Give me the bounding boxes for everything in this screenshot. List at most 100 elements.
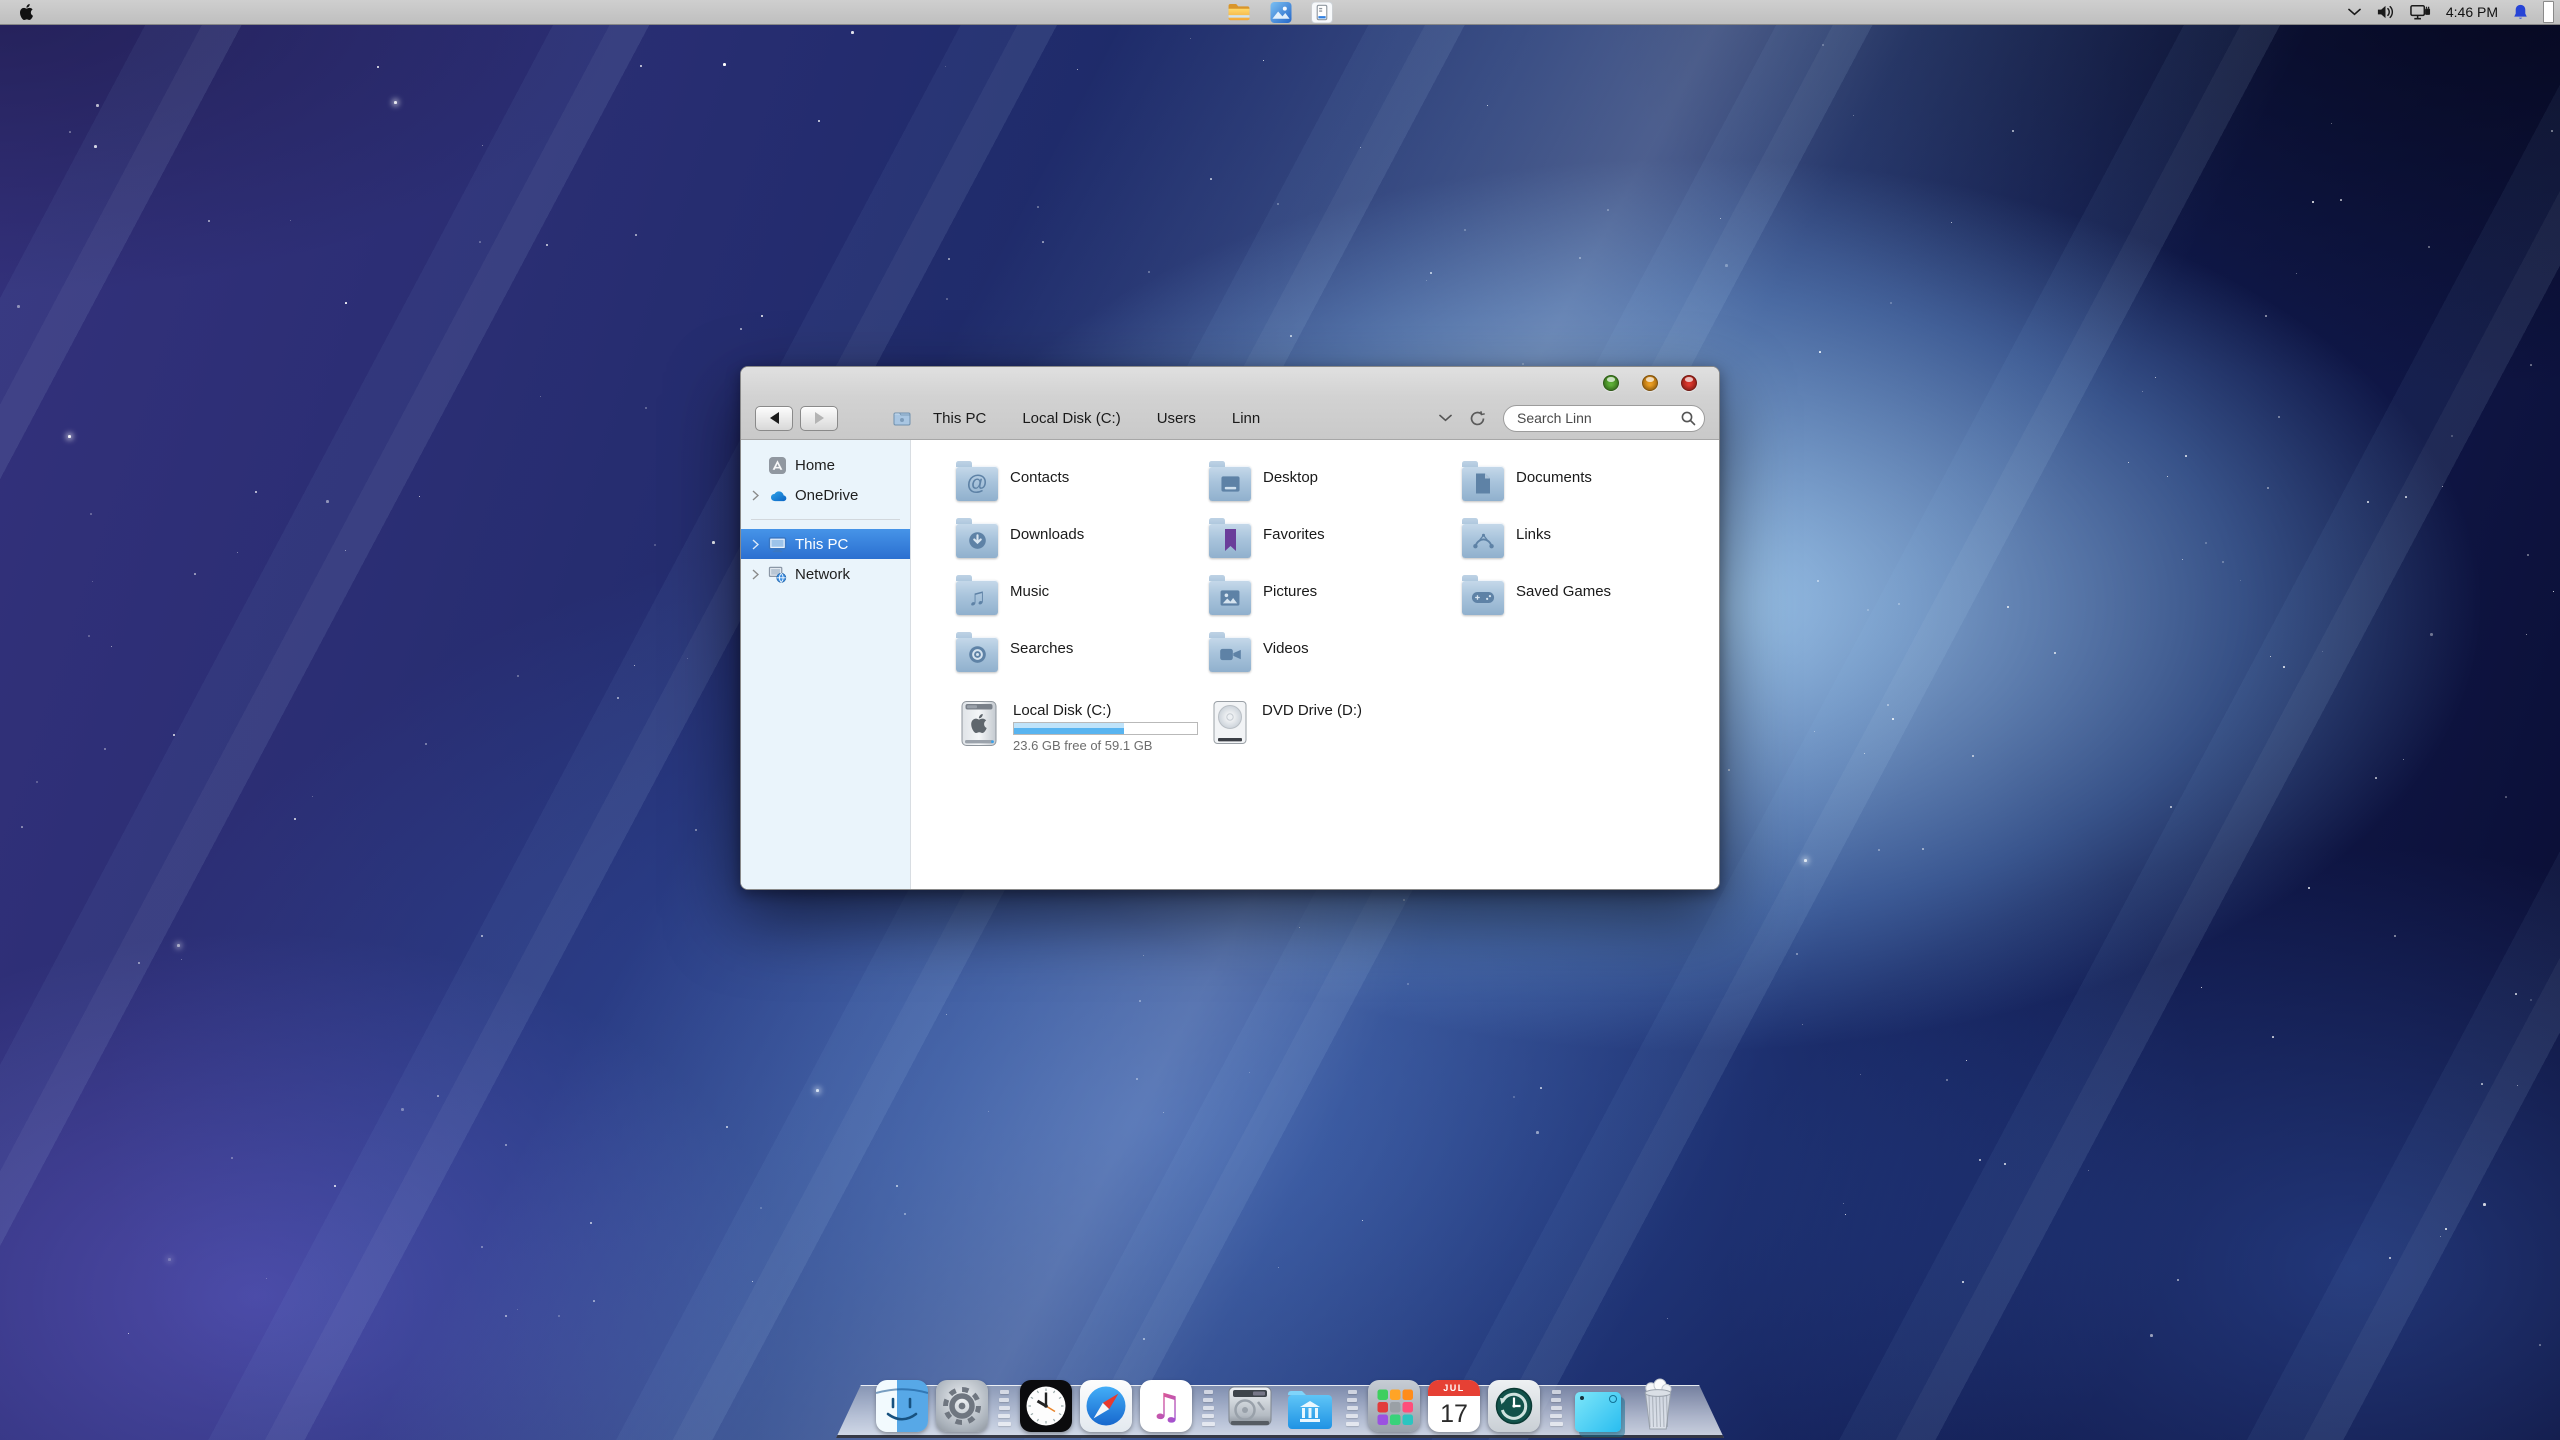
folder-label: Contacts [1010,469,1070,486]
library-folder-icon [1284,1388,1336,1432]
address-folder-icon [893,411,911,426]
lens-glyph [956,637,998,672]
folder-item-saved-games[interactable]: Saved Games [1462,574,1715,631]
dock-calendar[interactable]: JUL 17 [1428,1380,1480,1432]
photo-glyph [1209,580,1251,615]
folder-label: Favorites [1263,526,1325,543]
folder-item-contacts[interactable]: @ Contacts [956,460,1209,517]
window-titlebar[interactable] [741,367,1719,397]
sidebar-item-home[interactable]: Home [741,450,910,480]
folder-label: Documents [1516,469,1592,486]
folder-label: Downloads [1010,526,1085,543]
breadcrumb-item[interactable]: This PC [933,410,986,427]
notification-bell-icon[interactable] [2513,4,2528,21]
desktop-window-glyph [1209,466,1251,501]
gear-icon [936,1380,988,1432]
dock-finder[interactable] [876,1380,928,1432]
clock-icon [1020,1380,1072,1432]
dock-trash-full[interactable] [1632,1378,1684,1432]
finder-icon [876,1380,928,1432]
folder-icon: @ [956,461,998,501]
this-pc-monitor-icon [768,536,787,553]
expander-chevron-icon[interactable] [750,489,760,501]
sidebar: Home OneDrive This PC Network [741,440,911,889]
breadcrumb: This PC Local Disk (C:) Users Linn [933,410,1260,427]
network-tray-icon[interactable] [2410,3,2431,21]
breadcrumb-item[interactable]: Linn [1232,410,1260,427]
drive-label: Local Disk (C:) [1013,702,1112,719]
volume-speaker-icon[interactable] [2376,4,2395,20]
back-button[interactable] [755,405,793,431]
breadcrumb-item[interactable]: Local Disk (C:) [1022,410,1120,427]
folder-item-documents[interactable]: Documents [1462,460,1715,517]
launchpad-grid-icon [1368,1380,1420,1432]
download-arrow-glyph [956,523,998,558]
dock-launchpad[interactable] [1368,1380,1420,1432]
sidebar-item-label: Home [795,456,836,474]
expander-chevron-icon[interactable] [750,538,760,550]
show-desktop-button[interactable] [2543,1,2554,23]
folder-icon [1462,575,1504,615]
menu-bar: 4:46 PM [0,0,2560,25]
folder-item-music[interactable]: ♫ Music [956,574,1209,631]
search-input[interactable] [1503,404,1705,432]
clock-time[interactable]: 4:46 PM [2446,4,2498,20]
folder-icon: ♫ [956,575,998,615]
breadcrumb-item[interactable]: Users [1157,410,1196,427]
search-box[interactable] [1503,404,1705,432]
photos-icon[interactable] [1270,1,1292,23]
dock-music[interactable]: ♫ [1140,1380,1192,1432]
dock-separator [1548,1378,1564,1432]
drive-label: DVD Drive (D:) [1262,702,1362,719]
dock-library-folder[interactable] [1284,1380,1336,1432]
dock-stickies[interactable] [1572,1380,1624,1432]
folder-item-videos[interactable]: Videos [1209,631,1462,688]
sidebar-item-onedrive[interactable]: OneDrive [741,480,910,510]
time-machine-icon [1488,1380,1540,1432]
sidebar-divider [751,519,900,520]
dock-internal-drive[interactable] [1224,1380,1276,1432]
file-explorer-icon[interactable] [1228,3,1251,22]
sidebar-item-this-pc[interactable]: This PC [741,529,910,559]
hidden-icons-chevron-icon[interactable] [2347,8,2361,16]
folder-icon [1462,461,1504,501]
music-note-icon: ♫ [1140,1380,1192,1432]
hard-drive-icon [1224,1380,1276,1432]
device-manager-icon[interactable] [1311,1,1333,23]
drive-item-local-disk-c-[interactable]: Local Disk (C:) 23.6 GB free of 59.1 GB [956,700,1209,753]
calendar-month: JUL [1428,1380,1480,1396]
apple-menu-icon[interactable] [20,4,33,20]
dock-safari[interactable] [1080,1380,1132,1432]
folder-item-pictures[interactable]: Pictures [1209,574,1462,631]
dvd-drive-icon [1209,700,1251,748]
folder-item-downloads[interactable]: Downloads [956,517,1209,574]
dock-system-settings[interactable] [936,1380,988,1432]
minimize-button[interactable] [1642,375,1658,391]
folder-item-desktop[interactable]: Desktop [1209,460,1462,517]
at-sign-glyph: @ [966,472,988,495]
forward-button[interactable] [800,405,838,431]
address-dropdown-chevron-icon[interactable] [1439,414,1452,422]
document-glyph [1462,466,1504,501]
trash-icon [1632,1376,1684,1432]
dock-clock[interactable] [1020,1380,1072,1432]
sidebar-item-network[interactable]: Network [741,559,910,589]
expander-chevron-icon[interactable] [750,568,760,580]
folder-icon [956,632,998,672]
drive-item-dvd-drive-d-[interactable]: DVD Drive (D:) [1209,700,1462,753]
close-button[interactable] [1681,375,1697,391]
folder-label: Saved Games [1516,583,1612,600]
forward-arrow-icon [814,412,824,424]
gamepad-glyph [1462,580,1504,615]
sidebar-item-label: Network [795,565,851,583]
file-explorer-window: This PC Local Disk (C:) Users Linn Home One… [740,366,1720,890]
folder-label: Pictures [1263,583,1318,600]
svg-text:♫: ♫ [1150,1387,1182,1428]
folder-item-searches[interactable]: Searches [956,631,1209,688]
folder-item-links[interactable]: Links [1462,517,1715,574]
dock-time-machine[interactable] [1488,1380,1540,1432]
zoom-button[interactable] [1603,375,1619,391]
folder-icon [956,518,998,558]
refresh-icon[interactable] [1469,410,1486,427]
folder-item-favorites[interactable]: Favorites [1209,517,1462,574]
